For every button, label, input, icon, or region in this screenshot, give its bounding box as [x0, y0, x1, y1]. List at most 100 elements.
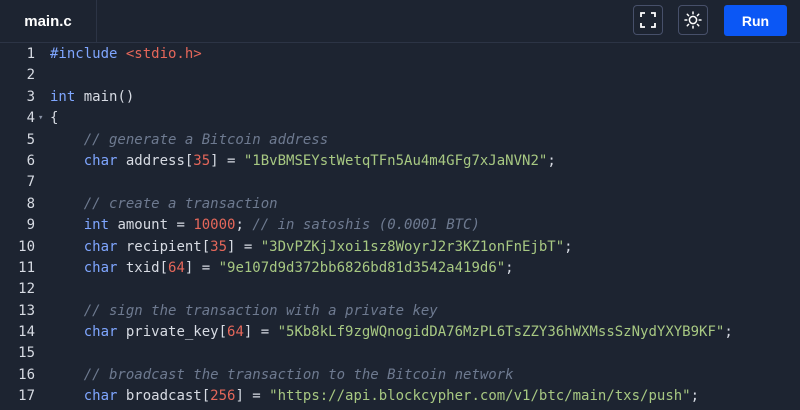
line-number: 7	[26, 174, 35, 191]
code-token: 35	[193, 152, 211, 169]
code-token: int	[50, 88, 76, 105]
code-text: char txid[64] = "9e107d9d372bb6826bd81d3…	[50, 258, 514, 279]
code-line[interactable]: 12	[0, 279, 800, 300]
code-token: {	[50, 110, 59, 127]
code-token: // sign the transaction with a private k…	[83, 302, 438, 319]
code-token: 64	[227, 324, 244, 341]
code-line[interactable]: 16 // broadcast the transaction to the B…	[0, 365, 800, 386]
code-token: // broadcast the transaction to the Bitc…	[83, 366, 514, 383]
code-token: recipient[	[117, 238, 211, 255]
fullscreen-icon	[640, 12, 656, 28]
code-editor[interactable]: 1 #include <stdio.h> 2 3 int main() 4 ▾ {5 // g…	[0, 44, 800, 410]
fullscreen-button[interactable]	[633, 5, 663, 35]
code-token: "9e107d9d372bb6826bd81d3542a419d6"	[218, 259, 506, 276]
code-token: 10000	[193, 217, 236, 234]
code-line[interactable]: 14 char private_key[64] = "5Kb8kLf9zgWQn…	[0, 322, 800, 343]
code-token: 256	[210, 388, 236, 405]
code-text: // generate a Bitcoin address	[50, 130, 328, 151]
run-button[interactable]: Run	[724, 5, 787, 36]
code-token: char	[83, 152, 118, 169]
code-text: char recipient[35] = "3DvPZKjJxoi1sz8Woy…	[50, 237, 573, 258]
code-text: int amount = 10000; // in satoshis (0.00…	[50, 215, 480, 236]
code-token: "3DvPZKjJxoi1sz8WoyrJ2r3KZ1onFnEjbT"	[260, 238, 565, 255]
code-token: // create a transaction	[83, 195, 278, 212]
line-number: 11	[18, 259, 35, 276]
editor-toolbar: main.c Run	[0, 0, 800, 43]
line-number: 17	[18, 388, 35, 405]
code-line[interactable]: 17 char broadcast[256] = "https://api.bl…	[0, 386, 800, 407]
code-text: int main()	[50, 87, 134, 108]
code-token: ] =	[184, 259, 219, 276]
code-line[interactable]: 4 ▾ {	[0, 108, 800, 129]
code-token: // in satoshis (0.0001 BTC)	[252, 217, 480, 234]
line-number: 9	[26, 217, 35, 234]
run-button-label: Run	[741, 12, 770, 29]
code-token: char	[83, 238, 118, 255]
code-line[interactable]: 6 char address[35] = "1BvBMSEYstWetqTFn5…	[0, 151, 800, 172]
code-token: char	[83, 259, 118, 276]
code-line[interactable]: 8 // create a transaction	[0, 194, 800, 215]
code-text: char address[35] = "1BvBMSEYstWetqTFn5Au…	[50, 151, 556, 172]
line-number: 10	[18, 238, 35, 255]
code-text: char private_key[64] = "5Kb8kLf9zgWQnogi…	[50, 322, 733, 343]
code-line[interactable]: 13 // sign the transaction with a privat…	[0, 301, 800, 322]
code-line[interactable]: 9 int amount = 10000; // in satoshis (0.…	[0, 215, 800, 236]
line-number: 3	[26, 88, 35, 105]
code-line[interactable]: 7	[0, 172, 800, 193]
line-number: 13	[18, 302, 35, 319]
code-token: amount =	[109, 217, 194, 234]
code-token: ] =	[235, 388, 270, 405]
line-number: 2	[26, 67, 35, 84]
code-text: // sign the transaction with a private k…	[50, 301, 438, 322]
code-line[interactable]: 10 char recipient[35] = "3DvPZKjJxoi1sz8…	[0, 237, 800, 258]
line-number: 4	[26, 110, 35, 127]
code-line[interactable]: 3 int main()	[0, 87, 800, 108]
line-number: 16	[18, 366, 35, 383]
code-token: "https://api.blockcypher.com/v1/btc/main…	[269, 388, 691, 405]
code-token: ;	[547, 152, 556, 169]
fold-toggle-icon[interactable]: ▾	[38, 108, 43, 129]
code-token: #include	[50, 46, 126, 62]
line-number: 14	[18, 324, 35, 341]
code-token: 35	[210, 238, 228, 255]
code-token: ;	[505, 259, 514, 276]
code-line[interactable]: 5 // generate a Bitcoin address	[0, 130, 800, 151]
line-number: 1	[26, 46, 35, 62]
code-token: ] =	[210, 152, 244, 169]
code-token: "5Kb8kLf9zgWQnogidDA76MzPL6TsZZY36hWXMss…	[277, 324, 725, 341]
line-number: 5	[26, 131, 35, 148]
code-text: // broadcast the transaction to the Bitc…	[50, 365, 514, 386]
code-token: main()	[75, 88, 135, 105]
code-line[interactable]: 1 #include <stdio.h>	[0, 44, 800, 65]
code-text: #include <stdio.h>	[50, 44, 202, 65]
code-token: broadcast[	[117, 388, 211, 405]
code-line[interactable]: 2	[0, 65, 800, 86]
code-line[interactable]: 15	[0, 343, 800, 364]
code-text: {	[50, 108, 58, 129]
code-token: txid[	[117, 259, 169, 276]
file-tab-label: main.c	[24, 12, 72, 30]
code-token: int	[83, 217, 110, 234]
code-token: <stdio.h>	[125, 46, 202, 62]
file-tab[interactable]: main.c	[0, 0, 97, 42]
line-number: 15	[18, 345, 35, 362]
line-number: 8	[26, 195, 35, 212]
sun-icon	[684, 11, 702, 29]
line-number: 6	[26, 152, 35, 169]
code-token: ] =	[227, 238, 261, 255]
line-number: 12	[18, 281, 35, 298]
theme-toggle-button[interactable]	[678, 5, 708, 35]
code-token: 64	[168, 259, 185, 276]
code-text: // create a transaction	[50, 194, 278, 215]
code-line[interactable]: 11 char txid[64] = "9e107d9d372bb6826bd8…	[0, 258, 800, 279]
code-token: "1BvBMSEYstWetqTFn5Au4m4GFg7xJaNVN2"	[243, 152, 548, 169]
